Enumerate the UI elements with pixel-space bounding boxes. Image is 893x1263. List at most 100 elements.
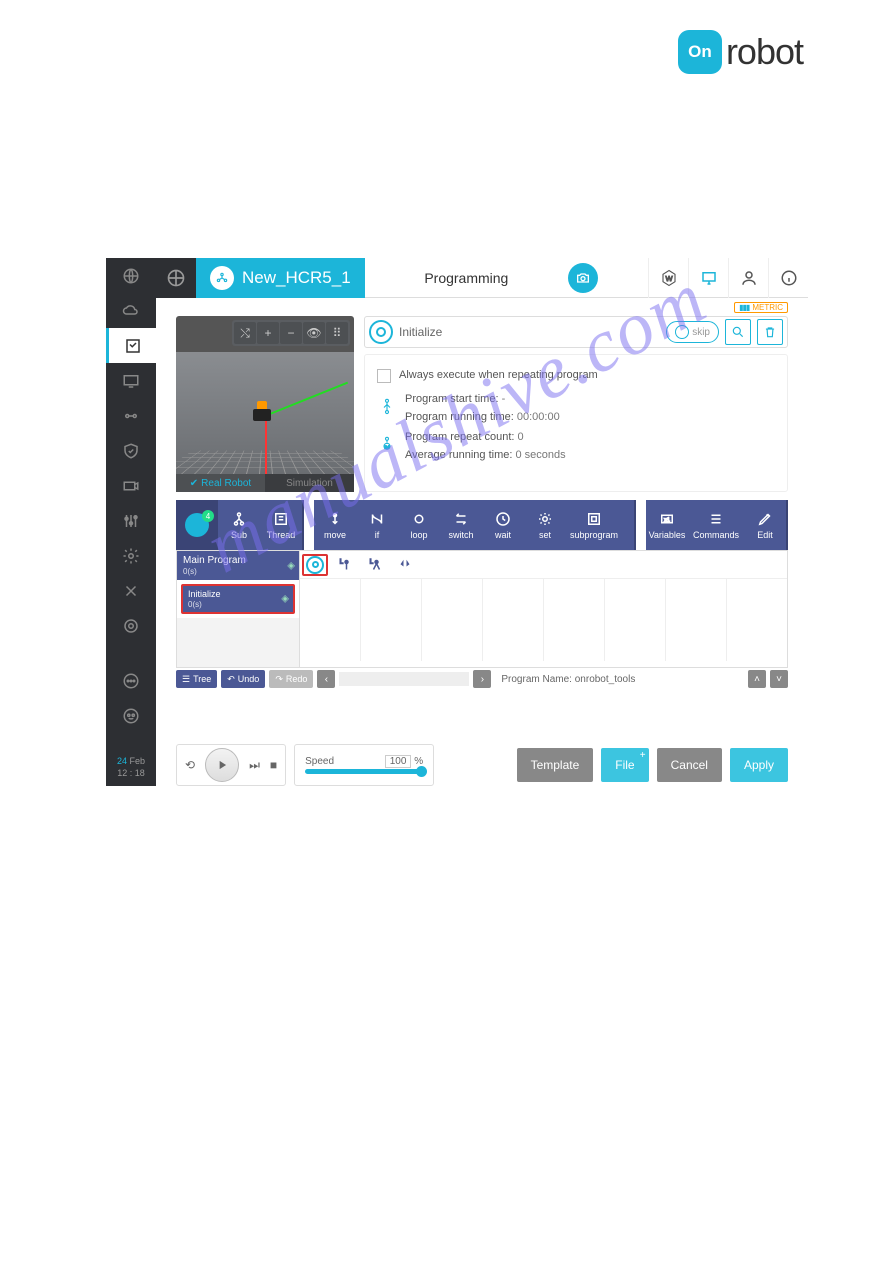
nav-next-icon[interactable]: ›: [473, 670, 491, 688]
speed-label: Speed: [305, 756, 334, 767]
track-gripper-icon[interactable]: [392, 554, 418, 576]
initialize-header: Initialize skip: [364, 316, 788, 348]
ribbon-switch-button[interactable]: switch: [440, 500, 482, 550]
sidebar-item-target[interactable]: [106, 608, 156, 643]
tree-button[interactable]: ☰Tree: [176, 670, 217, 688]
user-icon[interactable]: [728, 258, 768, 298]
nav-prev-icon[interactable]: ‹: [317, 670, 335, 688]
units-row: ▮▮▮METRIC: [156, 298, 808, 316]
ribbon-set-button[interactable]: set: [524, 500, 566, 550]
always-execute-label: Always execute when repeating program: [399, 369, 598, 381]
page-title: Programming: [365, 270, 568, 286]
sidebar-item-program[interactable]: [106, 328, 156, 363]
track-waypoint2-icon[interactable]: L: [362, 554, 388, 576]
speed-slider[interactable]: [305, 769, 423, 774]
track-initialize-icon[interactable]: [302, 554, 328, 576]
viewport-scene[interactable]: [176, 352, 354, 474]
redo-button[interactable]: ↷Redo: [269, 670, 313, 688]
timeline-scrollbar[interactable]: [339, 672, 469, 686]
sidebar-item-cloud[interactable]: [106, 293, 156, 328]
sidebar-datetime: 24 Feb 12 : 18: [117, 749, 145, 786]
timeline-track[interactable]: [300, 579, 787, 661]
ribbon-commands-button[interactable]: Commands: [688, 500, 744, 550]
sidebar-item-shield[interactable]: [106, 433, 156, 468]
svg-text:x1: x1: [664, 517, 670, 523]
sidebar-item-camera[interactable]: [106, 468, 156, 503]
ribbon-thread-button[interactable]: Thread: [260, 500, 302, 550]
timeline-main-program[interactable]: Main Program 0(s) ◈: [177, 551, 299, 580]
initialize-body: Always execute when repeating program Pr…: [364, 354, 788, 492]
file-button[interactable]: File+: [601, 748, 648, 782]
trash-icon[interactable]: [757, 319, 783, 345]
speed-control[interactable]: Speed 100 %: [294, 744, 434, 786]
playback-controls: ⟲ ⏭ ■: [176, 744, 286, 786]
tab-simulation[interactable]: Simulation: [265, 474, 354, 492]
ribbon-wait-button[interactable]: wait: [482, 500, 524, 550]
ribbon-move-button[interactable]: move: [314, 500, 356, 550]
viewport-zoom-in-icon[interactable]: +: [257, 322, 279, 344]
hexagon-w-icon[interactable]: W: [648, 258, 688, 298]
timeline: Main Program 0(s) ◈ Initialize 0(s) ◈: [176, 550, 788, 668]
play-button[interactable]: [205, 748, 239, 782]
sidebar-item-chat[interactable]: [106, 663, 156, 698]
ribbon-if-button[interactable]: if: [356, 500, 398, 550]
program-icon: [210, 266, 234, 290]
sidebar-item-globe[interactable]: [106, 258, 156, 293]
program-title-tab[interactable]: New_HCR5_1: [196, 258, 365, 298]
apply-button[interactable]: Apply: [730, 748, 788, 782]
sidebar-item-sliders[interactable]: [106, 503, 156, 538]
viewport-eye-icon[interactable]: 👁: [303, 322, 325, 344]
brand-name: robot: [726, 31, 803, 73]
collapse-up-icon[interactable]: ˄: [748, 670, 766, 688]
stack-icon: ◈: [281, 594, 289, 605]
timeline-footer: ☰Tree ↶Undo ↷Redo ‹ › Program Name: onro…: [176, 670, 788, 688]
ribbon-edit-button[interactable]: Edit: [744, 500, 786, 550]
brand-badge: On: [678, 30, 722, 74]
initialize-title: Initialize: [399, 325, 442, 339]
ribbon-subprogram-button[interactable]: subprogram: [566, 500, 622, 550]
top-camera-button[interactable]: [568, 263, 598, 293]
sidebar-item-link[interactable]: [106, 398, 156, 433]
sidebar-item-tools[interactable]: [106, 573, 156, 608]
stop-icon[interactable]: ■: [270, 758, 277, 772]
info-icon[interactable]: [768, 258, 808, 298]
viewport-zoom-out-icon[interactable]: −: [280, 322, 302, 344]
always-execute-checkbox[interactable]: [377, 369, 391, 383]
topbar: New_HCR5_1 Programming W: [156, 258, 808, 298]
tab-real-robot[interactable]: ✔Real Robot: [176, 474, 265, 492]
program-title: New_HCR5_1: [242, 268, 351, 288]
ribbon-loop-button[interactable]: loop: [398, 500, 440, 550]
monitor-icon[interactable]: [688, 258, 728, 298]
search-icon[interactable]: [725, 319, 751, 345]
viewport-grid-icon[interactable]: ⠿: [326, 322, 348, 344]
undo-button[interactable]: ↶Undo: [221, 670, 265, 688]
ribbon-sub-button[interactable]: Sub: [218, 500, 260, 550]
viewport-axes-icon[interactable]: ⤭: [234, 322, 256, 344]
program-name-label: Program Name: onrobot_tools: [501, 674, 635, 685]
track-waypoint1-icon[interactable]: L: [332, 554, 358, 576]
sidebar-item-monitor[interactable]: [106, 363, 156, 398]
collapse-down-icon[interactable]: ˅: [770, 670, 788, 688]
ribbon-node-button[interactable]: [176, 500, 218, 550]
step-forward-icon[interactable]: ⏭: [249, 758, 260, 773]
command-ribbon: Sub Thread move if loop switch wait set …: [176, 500, 788, 550]
initialize-icon: [369, 320, 393, 344]
svg-text:L: L: [340, 559, 344, 565]
skip-button[interactable]: skip: [666, 321, 719, 343]
app-window: 24 Feb 12 : 18 New_HCR5_1 Programming W: [106, 258, 808, 786]
svg-text:W: W: [665, 274, 673, 283]
brand-logo: On robot: [678, 30, 803, 74]
metric-badge[interactable]: ▮▮▮METRIC: [734, 302, 788, 313]
3d-viewport[interactable]: ⤭ + − 👁 ⠿ ✔Real Robot Simulatio: [176, 316, 354, 492]
left-sidebar: 24 Feb 12 : 18: [106, 258, 156, 786]
ribbon-variables-button[interactable]: x1Variables: [646, 500, 688, 550]
cancel-button[interactable]: Cancel: [657, 748, 722, 782]
timeline-initialize-node[interactable]: Initialize 0(s) ◈: [181, 584, 295, 614]
footer-bar: ⟲ ⏭ ■ Speed 100 % Template File+ Cancel …: [176, 744, 788, 786]
template-button[interactable]: Template: [517, 748, 594, 782]
sidebar-item-robot[interactable]: [106, 698, 156, 733]
sidebar-item-gear[interactable]: [106, 538, 156, 573]
top-system-icon[interactable]: [156, 258, 196, 298]
repeat-icon[interactable]: ⟲: [185, 758, 195, 772]
robot-model: [251, 401, 273, 429]
